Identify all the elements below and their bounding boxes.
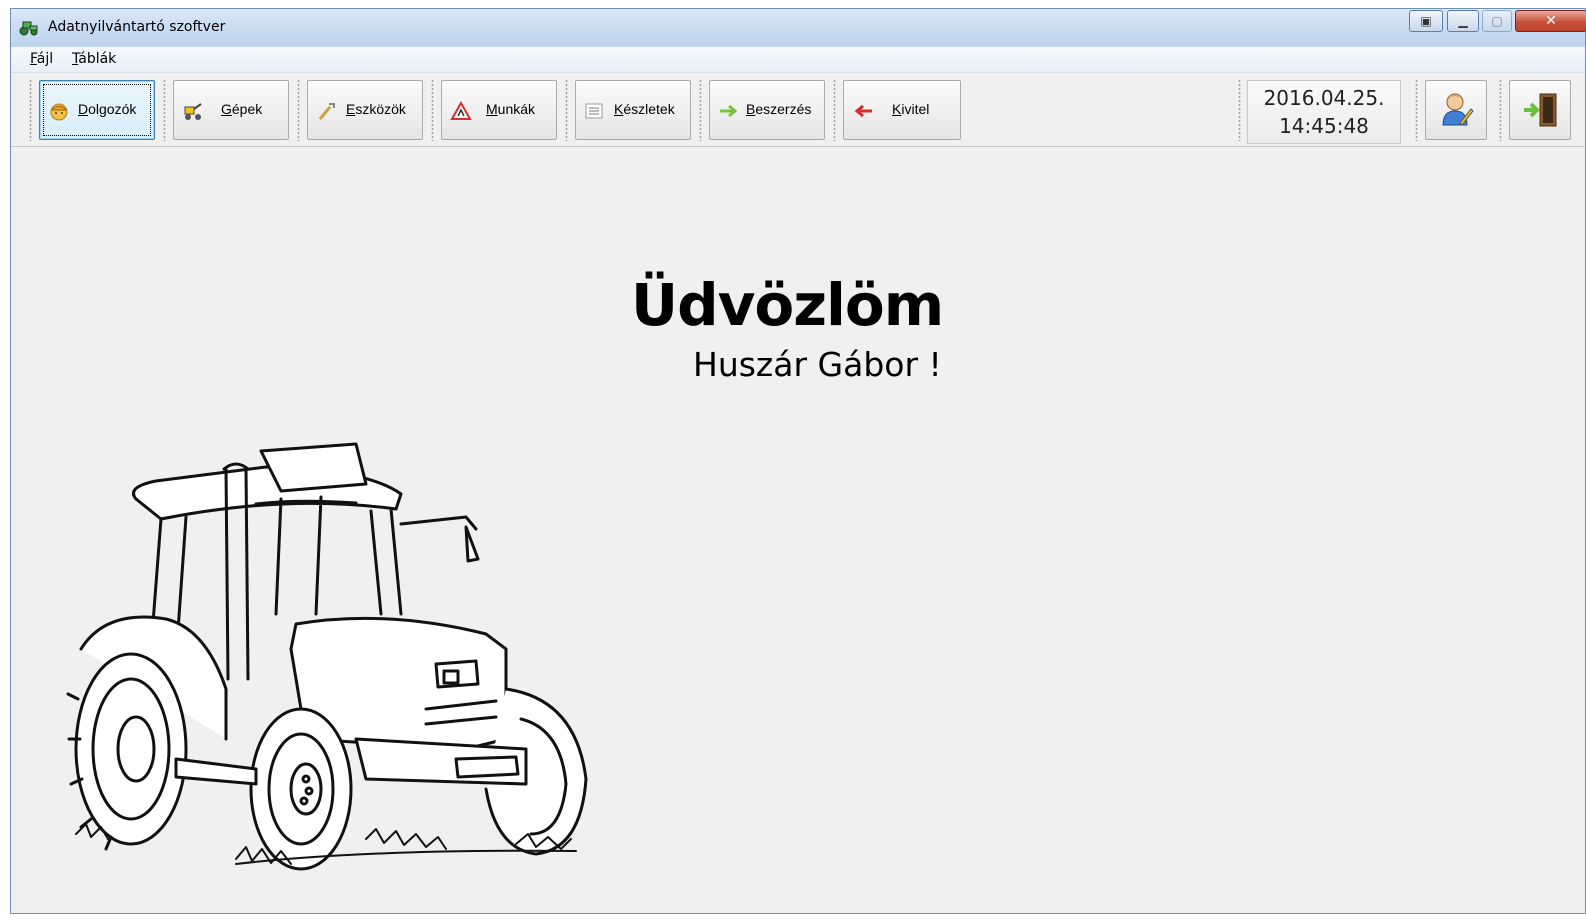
time-text: 14:45:48 [1279, 114, 1369, 138]
procurement-label: Beszerzés [746, 101, 812, 117]
toolbar: Dolgozók Gépek Eszközök Munkák Készletek… [11, 73, 1585, 147]
toolbar-grip[interactable] [1238, 79, 1241, 141]
tool-icon [318, 103, 335, 120]
employees-label: Dolgozók [78, 101, 137, 117]
toolbar-grip[interactable] [1499, 79, 1502, 141]
user-name: Huszár Gábor ! [693, 345, 942, 384]
menu-file[interactable]: Fájl [30, 51, 53, 67]
warning-icon [450, 101, 472, 120]
toolbar-grip[interactable] [565, 79, 568, 141]
app-window: Adatnyilvántartó szoftver ▣ ▁ ▢ ✕ Fájl T… [10, 8, 1586, 914]
stock-button[interactable]: Készletek [575, 80, 691, 140]
export-button[interactable]: Kivitel [843, 80, 961, 140]
user-edit-button[interactable] [1425, 80, 1487, 140]
arrow-right-icon [720, 104, 738, 118]
minimize-button[interactable]: ▁ [1447, 10, 1479, 32]
machines-button[interactable]: Gépek [173, 80, 289, 140]
machine-icon [184, 103, 202, 120]
exit-button[interactable] [1509, 80, 1571, 140]
tools-label: Eszközök [346, 101, 406, 117]
procurement-button[interactable]: Beszerzés [709, 80, 825, 140]
jobs-button[interactable]: Munkák [441, 80, 557, 140]
menu-tables[interactable]: Táblák [72, 51, 116, 67]
tractor-app-icon [19, 21, 38, 36]
system-button[interactable]: ▣ [1409, 10, 1443, 32]
toolbar-grip[interactable] [1415, 79, 1418, 141]
date-text: 2016.04.25. [1263, 86, 1385, 110]
export-label: Kivitel [892, 101, 930, 117]
exit-door-icon [1524, 93, 1557, 127]
toolbar-grip[interactable] [297, 79, 300, 141]
worker-icon [50, 103, 68, 121]
close-button[interactable]: ✕ [1515, 10, 1586, 32]
toolbar-grip[interactable] [29, 79, 32, 141]
toolbar-grip[interactable] [163, 79, 166, 141]
stock-label: Készletek [614, 101, 675, 117]
toolbar-grip[interactable] [431, 79, 434, 141]
tractor-illustration [66, 442, 588, 871]
user-edit-icon [1442, 93, 1474, 126]
title-bar[interactable]: Adatnyilvántartó szoftver ▣ ▁ ▢ ✕ [11, 9, 1586, 47]
employees-button[interactable]: Dolgozók [39, 80, 155, 140]
menu-bar: Fájl Táblák [11, 47, 1585, 73]
jobs-label: Munkák [486, 101, 536, 117]
arrow-left-icon [854, 104, 872, 118]
maximize-button[interactable]: ▢ [1482, 10, 1512, 32]
toolbar-grip[interactable] [833, 79, 836, 141]
tools-button[interactable]: Eszközök [307, 80, 423, 140]
machines-label: Gépek [221, 101, 263, 117]
list-icon [585, 103, 603, 119]
window-title: Adatnyilvántartó szoftver [48, 19, 226, 35]
toolbar-grip[interactable] [699, 79, 702, 141]
datetime-display: 2016.04.25. 14:45:48 [1247, 80, 1401, 144]
welcome-heading: Üdvözlöm [631, 271, 944, 339]
